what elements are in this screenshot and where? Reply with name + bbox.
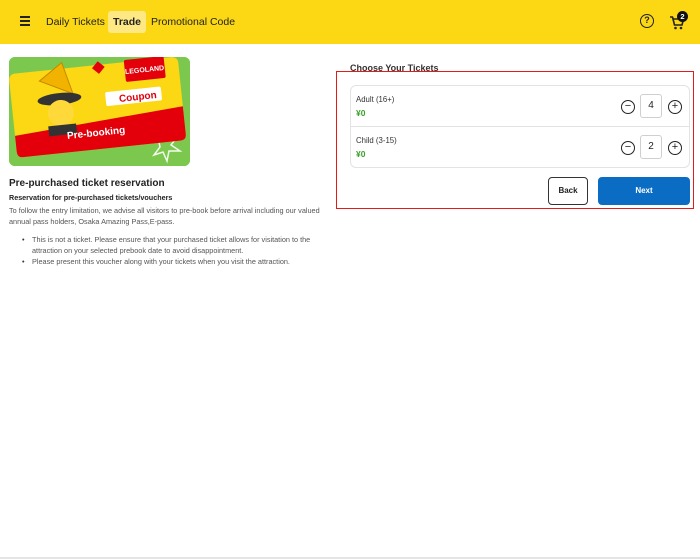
nav-promotional-code[interactable]: Promotional Code bbox=[151, 11, 235, 33]
ticket-price: ¥0 bbox=[356, 108, 366, 118]
nav-trade[interactable]: Trade bbox=[108, 11, 147, 33]
back-button[interactable]: Back bbox=[548, 177, 588, 205]
adult-quantity-field[interactable]: 4 bbox=[640, 94, 662, 118]
coupon-illustration bbox=[9, 57, 190, 166]
section-title: Pre-purchased ticket reservation bbox=[9, 178, 165, 189]
ticket-row-adult: Adult (16+) ¥0 − 4 + bbox=[351, 86, 689, 127]
section-subtitle: Reservation for pre-purchased tickets/vo… bbox=[9, 193, 173, 202]
next-button[interactable]: Next bbox=[598, 177, 690, 205]
nav-daily-tickets[interactable]: Daily Tickets bbox=[46, 11, 105, 33]
ticket-type-label: Adult (16+) bbox=[356, 95, 395, 104]
ticket-selection-card: Adult (16+) ¥0 − 4 + Child (3-15) ¥0 − 2… bbox=[350, 85, 690, 168]
notice-item: This is not a ticket. Please ensure that… bbox=[22, 234, 342, 256]
increase-adult-button[interactable]: + bbox=[668, 100, 682, 114]
notice-item: Please present this voucher along with y… bbox=[22, 256, 342, 267]
cart-count-badge: 2 bbox=[677, 11, 688, 22]
hamburger-menu-icon[interactable] bbox=[17, 13, 33, 29]
top-header: Daily Tickets Trade Promotional Code ? 2 bbox=[0, 0, 700, 44]
question-circle-icon[interactable]: ? bbox=[640, 14, 654, 28]
prebooking-coupon-image: LEGOLAND Coupon Pre-booking bbox=[9, 57, 190, 166]
ticket-price: ¥0 bbox=[356, 149, 366, 159]
ticket-type-label: Child (3-15) bbox=[356, 136, 397, 145]
notice-list: This is not a ticket. Please ensure that… bbox=[22, 234, 342, 267]
decrease-child-button[interactable]: − bbox=[621, 141, 635, 155]
child-quantity-field[interactable]: 2 bbox=[640, 135, 662, 159]
increase-child-button[interactable]: + bbox=[668, 141, 682, 155]
ticket-row-child: Child (3-15) ¥0 − 2 + bbox=[351, 127, 689, 168]
decrease-adult-button[interactable]: − bbox=[621, 100, 635, 114]
section-description: To follow the entry limitation, we advis… bbox=[9, 206, 320, 226]
